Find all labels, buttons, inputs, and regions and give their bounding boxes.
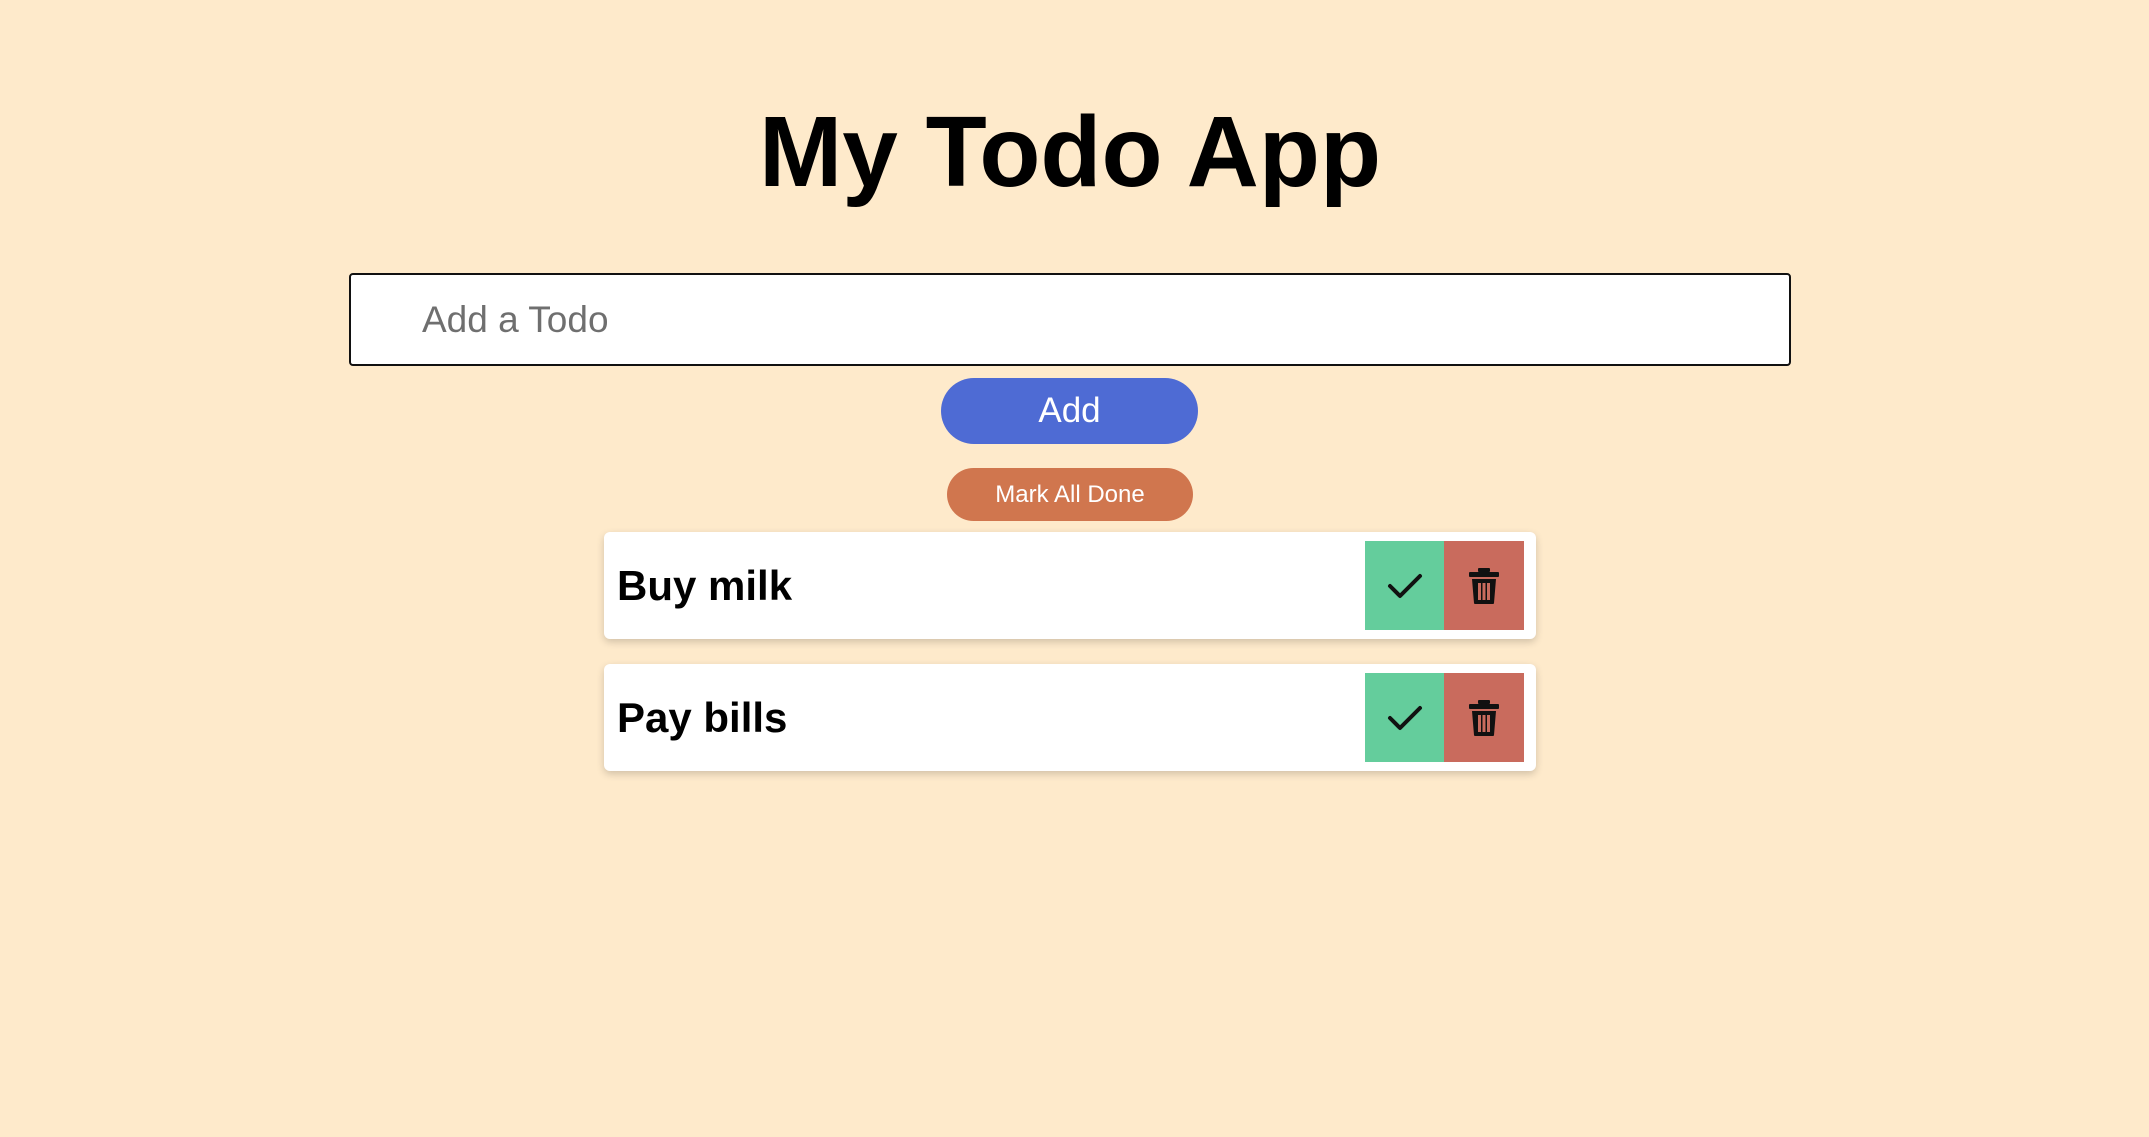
add-todo-input[interactable]: [349, 273, 1791, 366]
page-title: My Todo App: [758, 96, 1382, 208]
check-icon: [1387, 572, 1423, 600]
mark-all-done-button[interactable]: Mark All Done: [947, 468, 1193, 521]
mark-done-button[interactable]: [1365, 541, 1444, 630]
todo-list: Buy milk Pay bills: [604, 532, 1536, 796]
mark-done-button[interactable]: [1365, 673, 1444, 762]
trash-icon: [1468, 567, 1500, 605]
todo-text: Pay bills: [617, 694, 788, 741]
delete-button[interactable]: [1444, 673, 1524, 762]
check-icon: [1387, 704, 1423, 732]
todo-item: Pay bills: [604, 664, 1536, 771]
delete-button[interactable]: [1444, 541, 1524, 630]
add-button[interactable]: Add: [941, 378, 1198, 444]
todo-text: Buy milk: [617, 562, 793, 609]
trash-icon: [1468, 699, 1500, 737]
todo-item: Buy milk: [604, 532, 1536, 639]
